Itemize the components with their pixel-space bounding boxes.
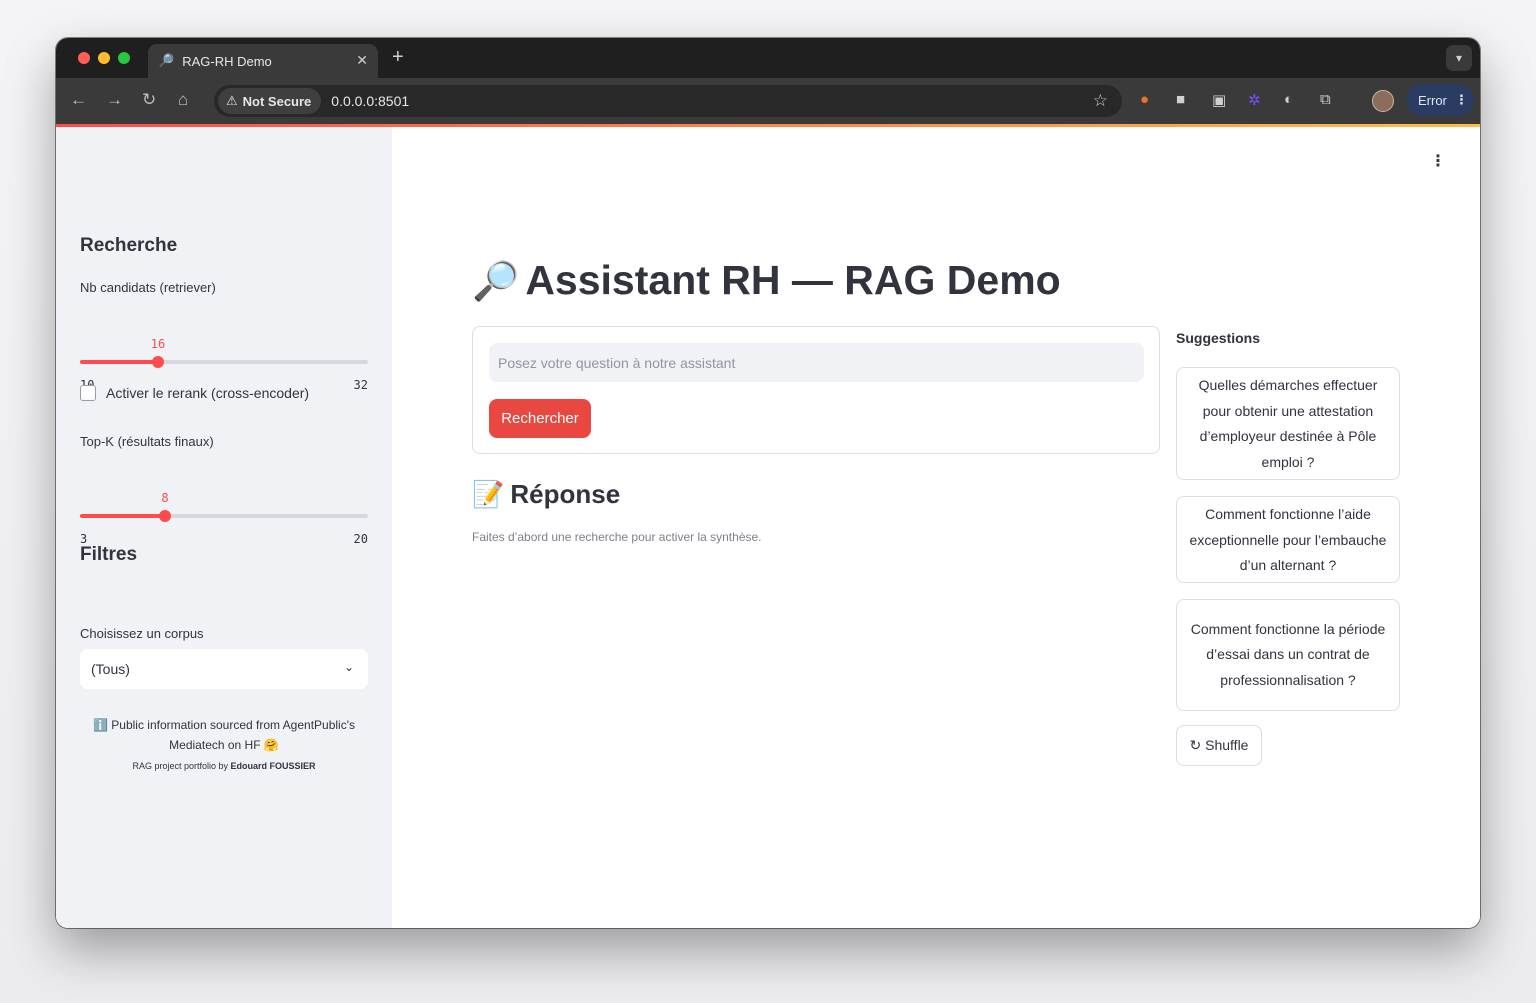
slider-fill: [80, 514, 165, 518]
rerank-checkbox-row[interactable]: Activer le rerank (cross-encoder): [80, 385, 309, 401]
profile-error-label: Error: [1418, 92, 1447, 108]
tab-strip: 🔎 RAG-RH Demo ✕ + ▾: [56, 38, 1480, 78]
suggestions-heading: Suggestions: [1176, 330, 1261, 346]
memo-icon: 📝: [472, 479, 505, 509]
slider-value: 8: [161, 491, 169, 505]
shuffle-button[interactable]: ↻ Shuffle: [1176, 725, 1262, 766]
response-heading: 📝 Réponse: [472, 479, 620, 510]
close-window-button[interactable]: [78, 52, 90, 64]
maximize-window-button[interactable]: [118, 52, 130, 64]
question-input[interactable]: [489, 343, 1144, 382]
tab-close-icon[interactable]: ✕: [356, 52, 368, 69]
corpus-select[interactable]: (Tous) ⌄: [80, 649, 368, 689]
app-menu-kebab-icon[interactable]: ⋮: [1430, 151, 1446, 171]
credit-author: Edouard FOUSSIER: [230, 761, 316, 771]
search-form: Rechercher: [472, 326, 1160, 454]
security-chip[interactable]: ⚠ Not Secure: [218, 88, 322, 114]
suggestion-button[interactable]: Quelles démarches effectuer pour obtenir…: [1176, 367, 1400, 480]
browser-window: 🔎 RAG-RH Demo ✕ + ▾ ← → ↻ ⌂ ⚠ Not Secure…: [56, 38, 1480, 928]
suggestion-button[interactable]: Comment fonctionne la période d’essai da…: [1176, 599, 1400, 711]
search-button[interactable]: Rechercher: [489, 399, 591, 438]
suggestion-button[interactable]: Comment fonctionne l’aide exceptionnelle…: [1176, 496, 1400, 583]
warning-icon: ⚠: [226, 93, 238, 108]
corpus-select-label: Choisissez un corpus: [80, 626, 204, 641]
candidates-slider-label: Nb candidats (retriever): [80, 280, 216, 295]
slider-thumb[interactable]: [159, 510, 171, 522]
corpus-selected-value: (Tous): [91, 661, 130, 677]
slider-max: 32: [353, 378, 368, 392]
tab-title: RAG-RH Demo: [182, 53, 272, 69]
tab-search-chevron-down-icon[interactable]: ▾: [1446, 45, 1472, 71]
url-text[interactable]: 0.0.0.0:8501: [331, 93, 409, 109]
forward-arrow-icon[interactable]: →: [106, 90, 123, 110]
credit-prefix: RAG project portfolio by: [132, 761, 231, 771]
slider-value: 16: [150, 337, 166, 351]
sidebar: Recherche Nb candidats (retriever) 16 10…: [56, 127, 392, 928]
back-arrow-icon[interactable]: ←: [70, 90, 87, 110]
purple-extension-icon[interactable]: ✲: [1248, 91, 1261, 109]
info-icon: ℹ️: [92, 718, 108, 732]
security-chip-label: Not Secure: [242, 93, 312, 109]
extensions-puzzle-icon[interactable]: ⧉: [1320, 91, 1331, 108]
camera-extension-icon[interactable]: ■: [1176, 91, 1185, 108]
notion-extension-icon[interactable]: ▣: [1212, 91, 1226, 109]
minimize-window-button[interactable]: [98, 52, 110, 64]
slider-max: 20: [353, 532, 368, 546]
slider-thumb[interactable]: [152, 356, 164, 368]
reload-icon[interactable]: ↻: [142, 90, 156, 110]
address-bar[interactable]: ⚠ Not Secure 0.0.0.0:8501 ☆: [214, 85, 1122, 117]
profile-avatar[interactable]: [1372, 90, 1394, 112]
info-note: ℹ️ Public information sourced from Agent…: [80, 715, 368, 755]
extension-orange-icon[interactable]: ●: [1140, 91, 1149, 108]
browser-tab[interactable]: 🔎 RAG-RH Demo ✕: [148, 44, 378, 78]
profile-error-button[interactable]: Error ⋮: [1406, 84, 1474, 116]
browser-toolbar: ← → ↻ ⌂ ⚠ Not Secure 0.0.0.0:8501 ☆ ● ■ …: [56, 78, 1480, 124]
slider-fill: [80, 360, 158, 364]
home-icon[interactable]: ⌂: [178, 90, 188, 110]
search-section-heading: Recherche: [80, 235, 178, 256]
bookmark-star-icon[interactable]: ☆: [1093, 91, 1108, 111]
page-title-text: Assistant RH — RAG Demo: [525, 257, 1061, 303]
info-note-text: Public information sourced from AgentPub…: [111, 718, 356, 752]
topk-slider-label: Top-K (résultats finaux): [80, 434, 214, 449]
tab-favicon-icon: 🔎: [158, 53, 175, 68]
filters-section-heading: Filtres: [80, 544, 138, 565]
response-heading-text: Réponse: [510, 479, 621, 509]
magnifier-icon: 🔎: [472, 261, 520, 303]
main-content: ⋮ 🔎Assistant RH — RAG Demo Rechercher 📝R…: [392, 127, 1480, 928]
response-hint: Faites d’abord une recherche pour active…: [472, 530, 762, 544]
browser-menu-kebab-icon[interactable]: ⋮: [1455, 92, 1468, 108]
page-title: 🔎 Assistant RH — RAG Demo: [472, 257, 1061, 304]
new-tab-button[interactable]: +: [392, 46, 404, 69]
rerank-checkbox[interactable]: [80, 385, 96, 401]
rerank-checkbox-label: Activer le rerank (cross-encoder): [106, 385, 310, 401]
author-credit: RAG project portfolio by Edouard FOUSSIE…: [80, 761, 368, 771]
extension-icon[interactable]: ◐: [1284, 91, 1293, 108]
chevron-down-icon: ⌄: [343, 660, 354, 674]
